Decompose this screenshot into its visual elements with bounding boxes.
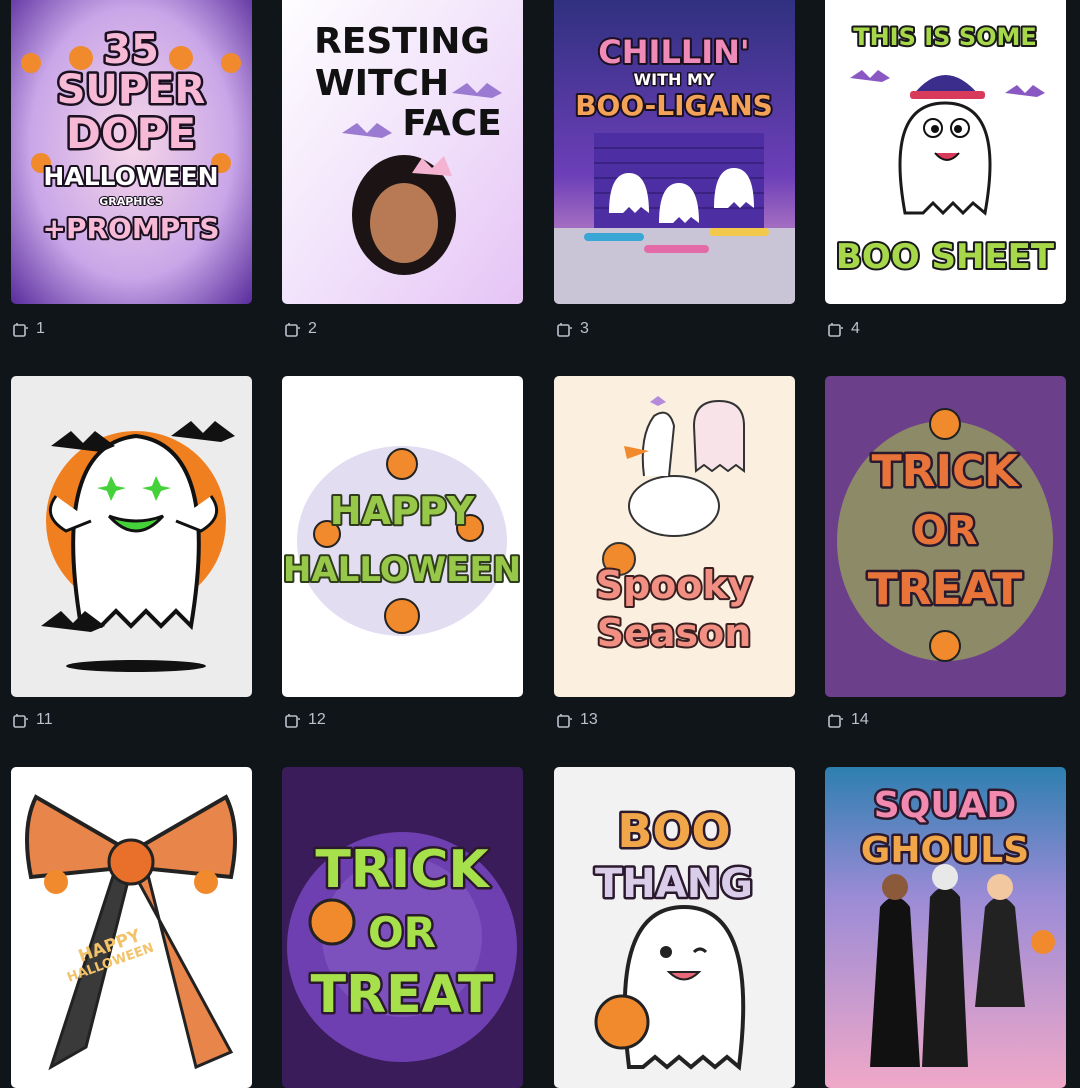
- page-thumbnail-trick-or-treat[interactable]: TRICK OR TREAT: [282, 767, 523, 1088]
- card-1-line-2: SUPER: [57, 67, 206, 113]
- card-boo-line-1: BOO: [617, 804, 730, 858]
- page-number: 3: [580, 320, 589, 337]
- page-thumbnail-13[interactable]: Spooky Season: [554, 376, 795, 697]
- card-2-line-3: FACE: [402, 103, 501, 144]
- card-13-line-2: Season: [597, 611, 752, 655]
- page-label-2: 2: [284, 318, 317, 340]
- card-3-line-1: CHILLIN': [598, 33, 749, 71]
- page-number: 4: [851, 320, 860, 337]
- page-label-11: 11: [12, 709, 53, 731]
- page-label-1: 1: [12, 318, 45, 340]
- card-12-line-1: HAPPY: [330, 489, 475, 533]
- card-squad-line-1: SQUAD: [874, 785, 1016, 826]
- card-1-line-6: +PROMPTS: [43, 212, 220, 245]
- page-icon: [557, 713, 572, 728]
- page-thumbnail-bow[interactable]: HAPPY HALLOWEEN: [11, 767, 252, 1088]
- page-label-3: 3: [556, 318, 589, 340]
- page-number: 13: [580, 711, 598, 728]
- card-4-line-1: THIS IS SOME: [853, 23, 1037, 51]
- card-14-line-3: TREAT: [868, 564, 1023, 615]
- card-2-line-1: RESTING: [314, 21, 490, 62]
- page-thumbnail-squad-ghouls[interactable]: SQUAD GHOULS: [825, 767, 1066, 1088]
- card-4-line-2: BOO SHEET: [836, 237, 1055, 277]
- page-label-12: 12: [284, 709, 326, 731]
- page-thumbnail-1[interactable]: 35 SUPER DOPE HALLOWEEN GRAPHICS +PROMPT…: [11, 0, 252, 304]
- page-thumbnail-11[interactable]: [11, 376, 252, 697]
- page-thumbnail-boo-thang[interactable]: BOO THANG: [554, 767, 795, 1088]
- card-1-line-5: GRAPHICS: [99, 195, 163, 208]
- card-14-line-1: TRICK: [872, 446, 1021, 497]
- card-3-line-2: WITH MY: [634, 70, 715, 89]
- card-1-line-3: DOPE: [66, 109, 196, 158]
- page-number: 2: [308, 320, 317, 337]
- card-1-line-4: HALLOWEEN: [43, 162, 218, 191]
- card-boo-line-2: THANG: [595, 861, 753, 907]
- page-label-13: 13: [556, 709, 598, 731]
- page-icon: [285, 713, 300, 728]
- page-thumbnail-2[interactable]: RESTING WITCH FACE: [282, 0, 523, 304]
- page-icon: [828, 713, 843, 728]
- page-icon: [828, 322, 843, 337]
- page-number: 12: [308, 711, 326, 728]
- card-tot-line-2: OR: [368, 908, 436, 957]
- card-tot-line-3: TREAT: [311, 965, 494, 1025]
- page-icon: [13, 322, 28, 337]
- card-squad-line-2: GHOULS: [861, 830, 1029, 871]
- card-13-line-1: Spooky: [596, 563, 753, 607]
- card-2-line-2: WITCH: [315, 63, 449, 104]
- page-label-4: 4: [827, 318, 860, 340]
- card-14-line-2: OR: [913, 508, 978, 554]
- page-icon: [557, 322, 572, 337]
- page-number: 1: [36, 320, 45, 337]
- card-12-line-2: HALLOWEEN: [283, 550, 521, 590]
- card-3-line-3: BOO-LIGANS: [575, 89, 773, 122]
- card-tot-line-1: TRICK: [315, 840, 490, 900]
- page-icon: [285, 322, 300, 337]
- page-thumbnail-14[interactable]: TRICK OR TREAT: [825, 376, 1066, 697]
- page-number: 11: [36, 711, 53, 728]
- page-icon: [13, 713, 28, 728]
- page-number: 14: [851, 711, 869, 728]
- page-thumbnail-3[interactable]: CHILLIN' WITH MY BOO-LIGANS: [554, 0, 795, 304]
- page-label-14: 14: [827, 709, 869, 731]
- page-thumbnail-4[interactable]: THIS IS SOME BOO SHEET: [825, 0, 1066, 304]
- page-thumbnail-12[interactable]: HAPPY HALLOWEEN: [282, 376, 523, 697]
